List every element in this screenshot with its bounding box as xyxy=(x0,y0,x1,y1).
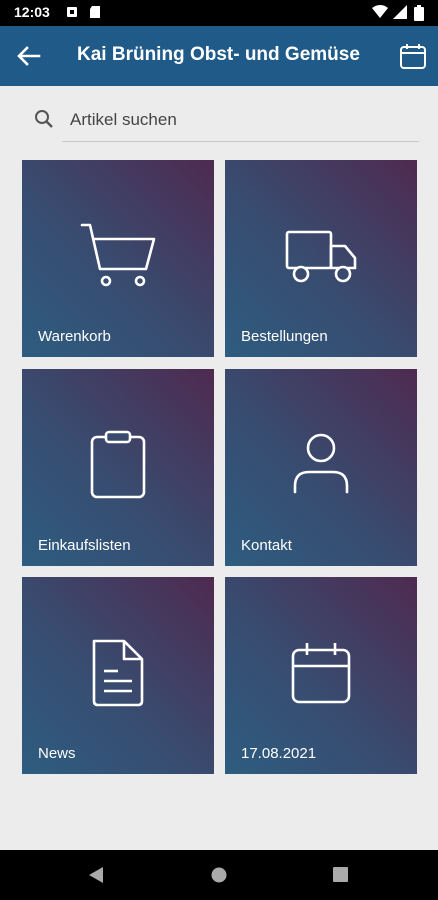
system-nav-bar xyxy=(0,850,438,900)
tile-bestellungen[interactable]: Bestellungen xyxy=(225,160,417,357)
document-icon xyxy=(92,639,144,707)
tile-date[interactable]: 17.08.2021 xyxy=(225,577,417,774)
person-icon xyxy=(293,433,349,494)
tile-label: Warenkorb xyxy=(38,328,111,345)
tile-kontakt[interactable]: Kontakt xyxy=(225,369,417,566)
signal-icon xyxy=(393,5,407,19)
sd-card-icon xyxy=(90,6,100,18)
back-icon[interactable] xyxy=(88,867,104,883)
home-icon[interactable] xyxy=(211,867,227,883)
battery-icon xyxy=(414,5,424,21)
search-icon xyxy=(35,110,53,128)
truck-icon xyxy=(285,230,357,283)
tile-label: Bestellungen xyxy=(241,328,328,345)
app-title: Kai Brüning Obst- und Gemüse xyxy=(77,44,360,65)
tile-label: Einkaufslisten xyxy=(38,537,131,554)
search-input[interactable] xyxy=(70,108,400,132)
status-time: 12:03 xyxy=(14,4,50,20)
search-field xyxy=(62,100,419,142)
status-bar: 12:03 xyxy=(0,0,438,26)
cart-icon xyxy=(80,223,156,287)
tile-news[interactable]: News xyxy=(22,577,214,774)
wifi-icon xyxy=(372,5,388,18)
calendar-icon[interactable] xyxy=(398,42,428,70)
clipboard-icon xyxy=(90,430,146,499)
tile-label: News xyxy=(38,745,76,762)
tile-warenkorb[interactable]: Warenkorb xyxy=(22,160,214,357)
notification-icon xyxy=(67,7,77,17)
tile-label: 17.08.2021 xyxy=(241,745,317,762)
back-arrow-icon[interactable] xyxy=(14,42,44,70)
tile-label: Kontakt xyxy=(241,537,292,554)
app-bar: Kai Brüning Obst- und Gemüse xyxy=(0,26,438,86)
calendar-icon xyxy=(291,643,351,704)
tile-einkaufslisten[interactable]: Einkaufslisten xyxy=(22,369,214,566)
search-bar xyxy=(28,100,419,142)
recents-icon[interactable] xyxy=(333,867,348,882)
